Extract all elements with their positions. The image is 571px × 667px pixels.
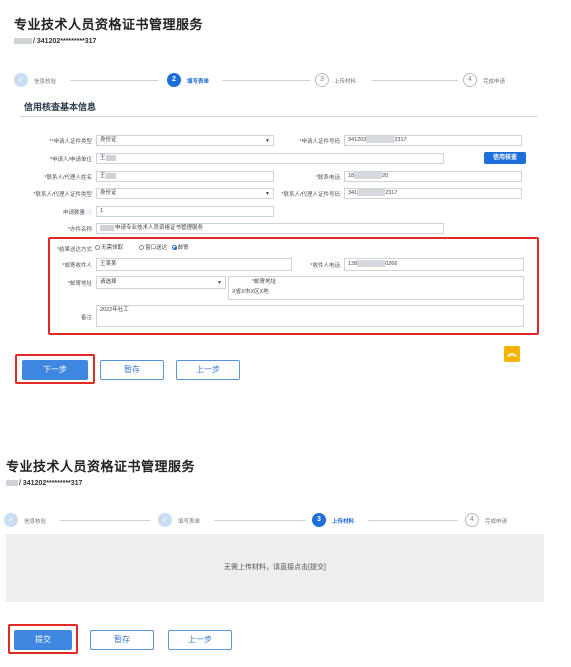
quantity-input[interactable]: 1 — [96, 206, 274, 217]
applicant-unit-input[interactable]: 王 — [96, 153, 444, 164]
delivery-method-label: *结果送达方式 — [56, 247, 92, 253]
mail-address-detail-input[interactable]: *邮寄地址 X省X市X区X地 — [228, 276, 524, 300]
credit-check-button[interactable]: 信用核查 — [484, 152, 526, 164]
delivery-method-radios: 无需领取 窗口送达 邮寄 — [92, 243, 189, 251]
chevron-down-icon: ▼ — [217, 280, 222, 286]
contact-id-type-select[interactable]: 身份证 ▼ — [96, 188, 274, 199]
recipient-input[interactable]: 王某某 — [96, 258, 292, 271]
contact-id-type-label: *联系人/代理人证件类型 — [33, 192, 92, 198]
recipient-label: *邮寄收件人 — [62, 263, 92, 269]
contact-id-no-input[interactable]: 341 2317 — [344, 188, 522, 199]
upload-area: 无需上传材料，请直接点击[提交] — [6, 534, 544, 602]
service-name-label: *办件名称 — [67, 227, 92, 233]
section-title: 信用核查基本信息 — [24, 102, 97, 112]
radio-mail[interactable] — [171, 245, 177, 251]
step-1-label: 信息核验 — [34, 79, 57, 85]
submit-button[interactable]: 提交 — [14, 630, 72, 650]
contact-name-input[interactable]: 王 — [96, 171, 274, 182]
next-button[interactable]: 下一步 — [22, 360, 88, 380]
quantity-label: 申请数量 ⓘ — [62, 210, 92, 216]
mail-address-select[interactable]: 请选择 ▼ — [96, 276, 226, 289]
applicant-id-no-input[interactable]: 341202 2317 — [344, 135, 522, 146]
step-divider — [214, 520, 306, 521]
contact-phone-label: *联系电话 — [315, 175, 340, 181]
contact-name-label: *联系人/代理人姓名 — [44, 175, 92, 181]
upload-message: 无需上传材料，请直接点击[提交] — [224, 564, 326, 571]
step-1-label: 信息核验 — [24, 519, 47, 525]
step-1-check-icon: ✓ — [14, 73, 28, 87]
remark-textarea[interactable]: 2022年社工 — [96, 305, 524, 327]
masked-name — [6, 480, 18, 487]
step-3-label: 上传材料 — [334, 79, 357, 85]
step-2-check-icon: ✓ — [158, 513, 172, 527]
step-2-label: 填写表单 — [187, 79, 210, 85]
step-3-circle: 3 — [315, 73, 329, 87]
applicant-id-no-label: *申请人证件号码 — [299, 139, 340, 145]
page-title: 专业技术人员资格证书管理服务 — [6, 459, 196, 474]
applicant-unit-label: *申请人/申请单位 — [49, 157, 92, 163]
prev-button[interactable]: 上一步 — [168, 630, 232, 650]
step-2-label: 填写表单 — [178, 519, 201, 525]
step-4-circle: 4 — [465, 513, 479, 527]
mail-address-label: *邮寄地址 — [67, 281, 92, 287]
recipient-phone-input[interactable]: 138 0266 — [344, 258, 524, 271]
step-divider — [222, 80, 310, 81]
step-2-circle: 2 — [167, 73, 181, 87]
save-draft-button[interactable]: 暂存 — [100, 360, 164, 380]
contact-phone-input[interactable]: 18 20 — [344, 171, 522, 182]
info-icon: ⓘ — [86, 210, 92, 216]
save-draft-button[interactable]: 暂存 — [90, 630, 154, 650]
back-to-top-icon[interactable]: ︽ — [504, 346, 520, 362]
step-divider — [368, 520, 458, 521]
step-4-label: 完成申请 — [485, 519, 508, 525]
chevron-down-icon: ▼ — [265, 138, 270, 144]
radio-window[interactable] — [139, 245, 145, 251]
recipient-phone-label: *收件人电话 — [310, 263, 340, 269]
masked-name — [14, 38, 32, 45]
applicant-id-type-label: **申请人证件类型 — [49, 139, 92, 145]
step-divider — [70, 80, 158, 81]
masked-digits — [366, 136, 395, 144]
step-4-label: 完成申请 — [483, 79, 506, 85]
step-3-label: 上传材料 — [332, 519, 355, 525]
applicant-id-type-select[interactable]: 身份证 ▼ — [96, 135, 274, 146]
prev-button[interactable]: 上一步 — [176, 360, 240, 380]
remark-label: 备注 — [80, 315, 92, 321]
step-divider — [60, 520, 150, 521]
page-title: 专业技术人员资格证书管理服务 — [14, 17, 204, 32]
applicant-id-subtitle: / 341202*********317 — [6, 480, 82, 487]
step-divider — [372, 80, 458, 81]
section-divider — [20, 116, 538, 117]
step-3-circle: 3 — [312, 513, 326, 527]
radio-no-pickup[interactable] — [95, 245, 100, 251]
contact-id-no-label: *联系人/代理人证件号码 — [281, 192, 340, 198]
service-name-input[interactable]: 申请专业技术人员资格证书管理服务 — [96, 223, 444, 234]
step-4-circle: 4 — [463, 73, 477, 87]
step-1-check-icon: ✓ — [4, 513, 18, 527]
applicant-id-subtitle: / 341202*********317 — [14, 38, 96, 45]
